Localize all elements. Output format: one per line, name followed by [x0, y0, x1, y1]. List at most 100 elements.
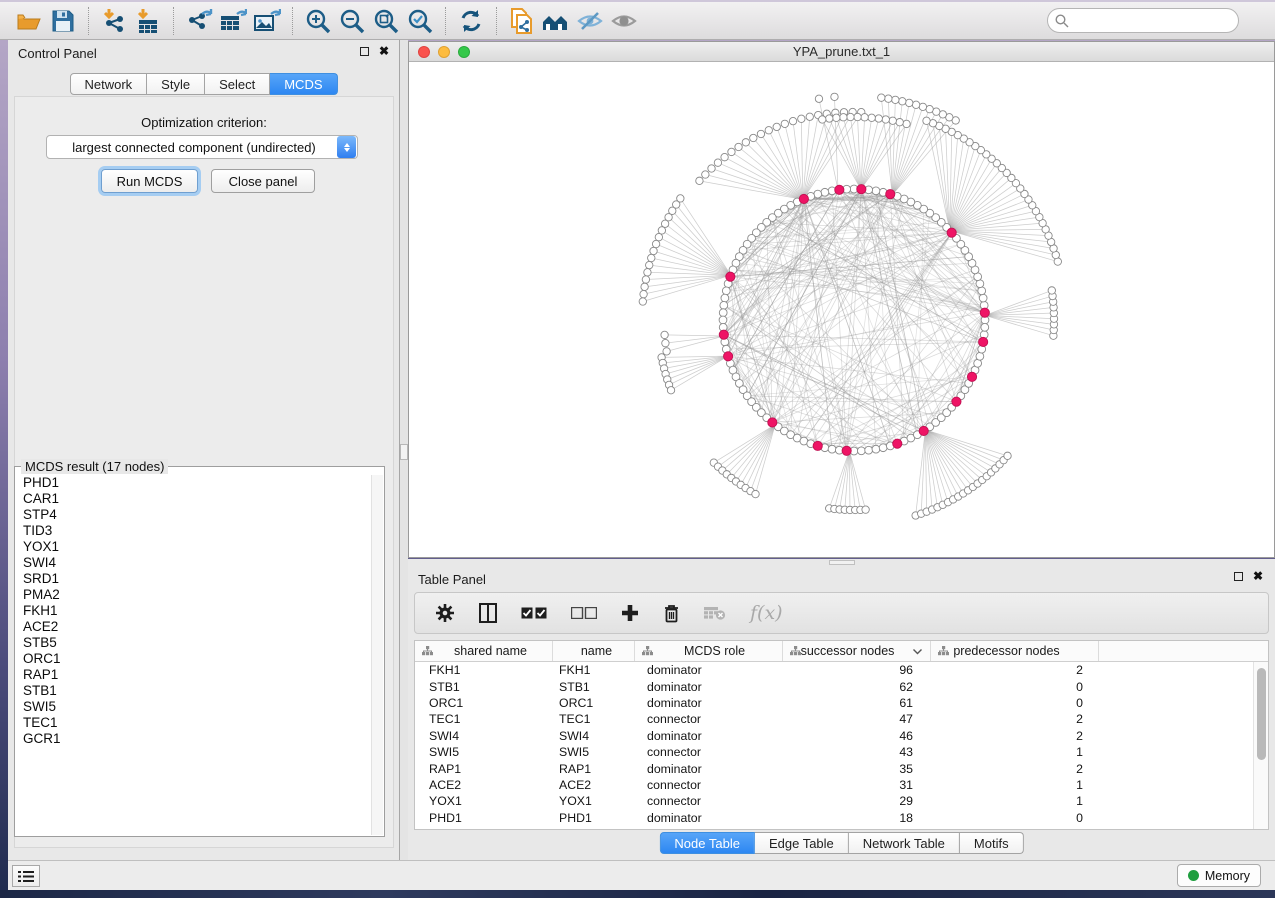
network-node[interactable]: [815, 95, 822, 102]
search-input[interactable]: [1047, 8, 1239, 33]
mcds-result-item[interactable]: YOX1: [23, 539, 371, 555]
show-all-icon[interactable]: [607, 6, 641, 36]
network-node[interactable]: [639, 298, 646, 305]
task-history-button[interactable]: [12, 865, 40, 887]
network-node[interactable]: [750, 134, 757, 141]
network-node[interactable]: [641, 283, 648, 290]
export-network-icon[interactable]: [182, 6, 216, 36]
network-node[interactable]: [773, 123, 780, 130]
network-node[interactable]: [721, 294, 729, 302]
column-header-name[interactable]: name: [553, 641, 635, 661]
network-node[interactable]: [719, 309, 727, 317]
network-node[interactable]: [702, 171, 709, 178]
network-node[interactable]: [789, 117, 796, 124]
network-node[interactable]: [663, 348, 670, 355]
network-node[interactable]: [1048, 287, 1055, 294]
network-node[interactable]: [875, 115, 882, 122]
column-header-MCDS-role[interactable]: MCDS role: [635, 641, 783, 661]
table-row[interactable]: PHD1PHD1dominator180: [415, 810, 1253, 826]
splitter-handle[interactable]: [829, 560, 855, 565]
criterion-dropdown[interactable]: largest connected component (undirected): [46, 135, 358, 159]
mcds-hub-node[interactable]: [799, 194, 808, 203]
network-node[interactable]: [722, 287, 730, 295]
network-node[interactable]: [981, 323, 989, 331]
network-node[interactable]: [721, 153, 728, 160]
first-neighbors-icon[interactable]: [539, 6, 573, 36]
mcds-hub-node[interactable]: [979, 337, 988, 346]
mcds-result-item[interactable]: CAR1: [23, 491, 371, 507]
duplicate-network-icon[interactable]: [505, 6, 539, 36]
network-node[interactable]: [720, 301, 728, 309]
network-node[interactable]: [979, 294, 987, 302]
mcds-hub-node[interactable]: [726, 272, 735, 281]
network-node[interactable]: [728, 148, 735, 155]
hide-selected-icon[interactable]: [573, 6, 607, 36]
network-node[interactable]: [648, 254, 655, 261]
network-node[interactable]: [903, 120, 910, 127]
network-node[interactable]: [765, 127, 772, 134]
network-node[interactable]: [640, 290, 647, 297]
network-node[interactable]: [912, 101, 919, 108]
table-row[interactable]: RAP1RAP1dominator352: [415, 760, 1253, 776]
network-node[interactable]: [652, 240, 659, 247]
table-row[interactable]: TEC1TEC1connector472: [415, 711, 1253, 727]
table-row[interactable]: STB1STB1dominator620: [415, 678, 1253, 694]
select-all-checkboxes-icon[interactable]: [521, 607, 547, 619]
mcds-result-item[interactable]: SWI5: [23, 699, 371, 715]
tab-network[interactable]: Network: [69, 73, 147, 95]
close-panel-button[interactable]: Close panel: [211, 169, 315, 193]
network-node[interactable]: [892, 96, 899, 103]
network-node[interactable]: [976, 352, 984, 360]
network-node[interactable]: [872, 445, 880, 453]
mcds-result-item[interactable]: FKH1: [23, 603, 371, 619]
network-node[interactable]: [662, 339, 669, 346]
network-node[interactable]: [826, 115, 833, 122]
network-node[interactable]: [923, 117, 930, 124]
tab-mcds[interactable]: MCDS: [270, 73, 337, 95]
mcds-hub-node[interactable]: [919, 426, 928, 435]
network-node[interactable]: [667, 387, 674, 394]
network-node[interactable]: [708, 165, 715, 172]
export-image-icon[interactable]: [250, 6, 284, 36]
network-node[interactable]: [650, 247, 657, 254]
network-node[interactable]: [919, 103, 926, 110]
close-window-icon[interactable]: [418, 46, 430, 58]
mcds-result-item[interactable]: STP4: [23, 507, 371, 523]
import-network-icon[interactable]: [97, 6, 131, 36]
delete-column-icon[interactable]: [663, 603, 680, 623]
network-node[interactable]: [889, 117, 896, 124]
network-node[interactable]: [828, 445, 836, 453]
column-header-predecessor-nodes[interactable]: predecessor nodes: [931, 641, 1099, 661]
network-node[interactable]: [868, 114, 875, 121]
network-node[interactable]: [862, 506, 869, 513]
close-panel-icon[interactable]: ✖: [1253, 572, 1263, 581]
network-window-titlebar[interactable]: YPA_prune.txt_1: [409, 42, 1274, 62]
mcds-hub-node[interactable]: [835, 185, 844, 194]
network-node[interactable]: [781, 120, 788, 127]
network-node[interactable]: [1004, 452, 1011, 459]
horizontal-splitter[interactable]: [408, 559, 1275, 566]
table-row[interactable]: ACE2ACE2connector311: [415, 777, 1253, 793]
network-node[interactable]: [742, 139, 749, 146]
mcds-hub-node[interactable]: [947, 228, 956, 237]
mcds-result-item[interactable]: PMA2: [23, 587, 371, 603]
show-column-icon[interactable]: [479, 603, 497, 623]
network-node[interactable]: [847, 113, 854, 120]
network-canvas[interactable]: [409, 62, 1274, 557]
network-node[interactable]: [646, 261, 653, 268]
network-node[interactable]: [661, 331, 668, 338]
mcds-result-list[interactable]: PHD1CAR1STP4TID3YOX1SWI4SRD1PMA2FKH1ACE2…: [16, 475, 371, 835]
network-node[interactable]: [861, 114, 868, 121]
network-node[interactable]: [752, 490, 759, 497]
network-node[interactable]: [806, 113, 813, 120]
mcds-hub-node[interactable]: [813, 441, 822, 450]
export-table-icon[interactable]: [216, 6, 250, 36]
float-panel-icon[interactable]: [360, 47, 369, 56]
zoom-fit-icon[interactable]: [369, 6, 403, 36]
add-column-icon[interactable]: [621, 604, 639, 622]
splitter-handle[interactable]: [400, 444, 408, 460]
tab-network-table[interactable]: Network Table: [849, 832, 960, 854]
mcds-result-item[interactable]: TEC1: [23, 715, 371, 731]
network-node[interactable]: [882, 116, 889, 123]
network-node[interactable]: [879, 444, 887, 452]
